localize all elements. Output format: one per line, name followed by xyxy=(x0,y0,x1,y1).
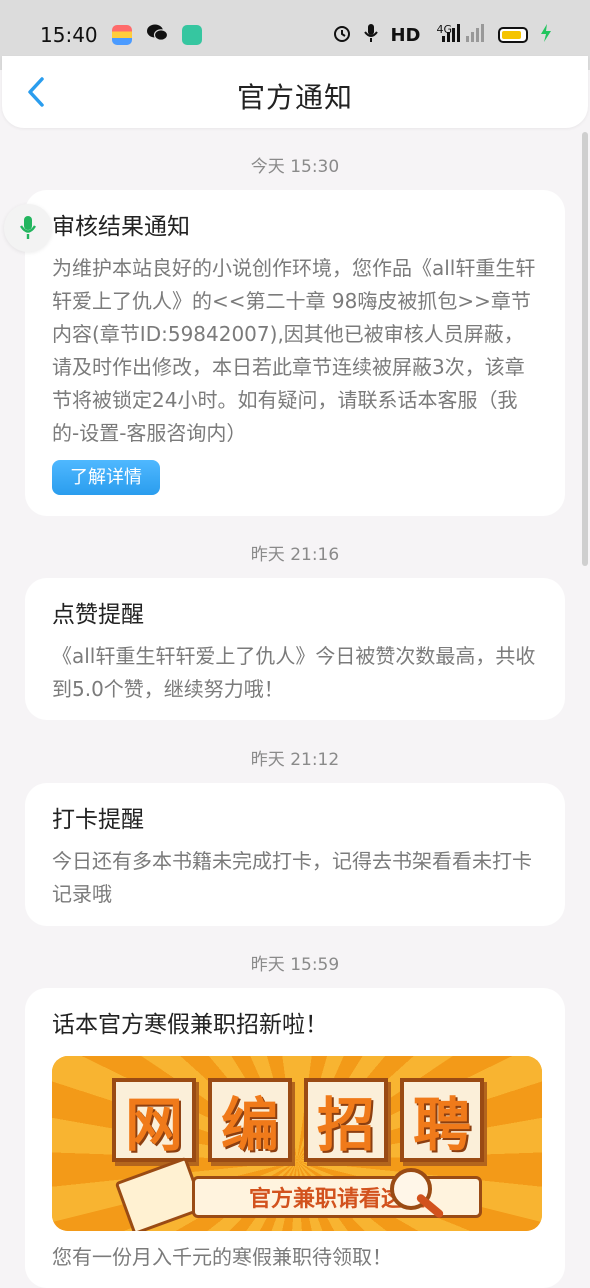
details-button[interactable]: 了解详情 xyxy=(52,460,160,495)
battery-icon xyxy=(498,27,528,43)
wechat-icon xyxy=(146,23,168,48)
notification-time: 昨天 21:16 xyxy=(250,545,340,565)
status-time: 15:40 xyxy=(40,23,98,47)
voice-input-button[interactable] xyxy=(4,204,52,252)
notification-title: 打卡提醒 xyxy=(52,807,144,833)
notification-time: 今天 15:30 xyxy=(250,157,340,177)
alarm-icon xyxy=(332,23,352,47)
banner-char: 编 xyxy=(208,1078,292,1162)
microphone-icon xyxy=(19,216,37,239)
notification-body: 今日还有多本书籍未完成打卡，记得去书架看看未打卡记录哦 xyxy=(52,849,532,906)
hd-label: HD xyxy=(390,24,421,46)
notification-body: 《all轩重生轩轩爱上了仇人》今日被赞次数最高，共收到5.0个赞，继续努力哦！ xyxy=(52,644,536,701)
notification-time: 昨天 21:12 xyxy=(250,750,340,770)
notification-body: 您有一份月入千元的寒假兼职待领取！ xyxy=(52,1245,392,1269)
app-icon xyxy=(181,25,202,45)
banner-char: 招 xyxy=(304,1078,388,1162)
notification-title: 话本官方寒假兼职招新啦！ xyxy=(52,1012,328,1038)
notification-time: 昨天 15:59 xyxy=(250,955,340,975)
notification-card[interactable]: 打卡提醒 今日还有多本书籍未完成打卡，记得去书架看看未打卡记录哦 xyxy=(25,783,565,926)
banner-char: 聘 xyxy=(400,1078,484,1162)
signal-2-icon xyxy=(464,23,486,47)
charging-icon xyxy=(540,24,552,46)
banner-char: 网 xyxy=(112,1078,196,1162)
app-notification-icon xyxy=(111,25,132,45)
notification-title: 点赞提醒 xyxy=(52,602,144,628)
scrollbar[interactable] xyxy=(582,132,588,566)
notification-card[interactable]: 话本官方寒假兼职招新啦！ 网 编 招 聘 官方兼职请看这里 您有一份月入千元的寒… xyxy=(25,988,565,1288)
mic-status-icon xyxy=(364,23,379,47)
status-right: HD 4G xyxy=(332,23,552,47)
recruitment-banner[interactable]: 网 编 招 聘 官方兼职请看这里 xyxy=(52,1056,542,1231)
network-label: 4G xyxy=(436,22,452,36)
notification-body: 为维护本站良好的小说创作环境，您作品《all轩重生轩轩爱上了仇人》的<<第二十章… xyxy=(52,256,536,445)
page-title: 官方通知 xyxy=(236,81,353,114)
banner-headline: 网 编 招 聘 xyxy=(112,1078,484,1162)
notification-card[interactable]: 审核结果通知 为维护本站良好的小说创作环境，您作品《all轩重生轩轩爱上了仇人》… xyxy=(25,190,565,516)
status-left: 15:40 xyxy=(40,23,202,48)
notification-card[interactable]: 点赞提醒 《all轩重生轩轩爱上了仇人》今日被赞次数最高，共收到5.0个赞，继续… xyxy=(25,578,565,720)
top-navbar: 官方通知 xyxy=(2,56,588,128)
notification-title: 审核结果通知 xyxy=(52,214,190,240)
